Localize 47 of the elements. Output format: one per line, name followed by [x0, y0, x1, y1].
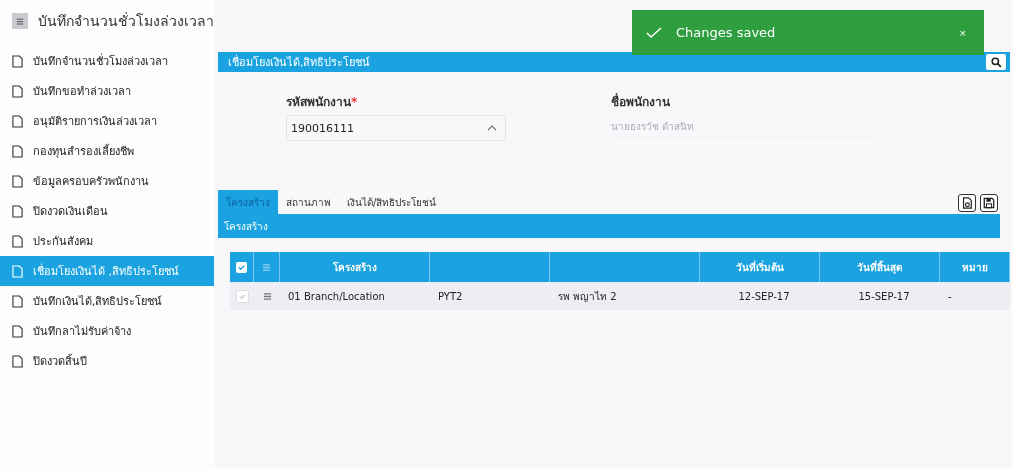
row-checkbox[interactable]: [235, 289, 249, 303]
sidebar-item[interactable]: ปิดงวดเงินเดือน: [0, 196, 214, 226]
sidebar-item[interactable]: บันทึกลาไม่รับค่าจ้าง: [0, 316, 214, 346]
grid-icon: [262, 291, 272, 301]
document-icon: [12, 84, 23, 98]
section-title: โครงสร้าง: [224, 219, 268, 234]
document-icon: [12, 144, 23, 158]
table-cell-text: 15-SEP-17: [857, 289, 911, 304]
employee-id-combobox[interactable]: 190016111: [286, 115, 506, 141]
select-all-checkbox[interactable]: [236, 261, 247, 273]
sidebar-item[interactable]: อนุมัติรายการเงินล่วงเวลา: [0, 106, 214, 136]
table-cell-text: 01 Branch/Location: [287, 289, 386, 304]
sidebar-item[interactable]: บันทึกเงินได้,สิทธิประโยชน์: [0, 286, 214, 316]
check-icon: [237, 291, 247, 301]
table-cell-text: รพ พญาไท 2: [557, 289, 618, 304]
document-icon: [12, 204, 23, 218]
grid-icon: [262, 262, 271, 272]
sidebar-item[interactable]: กองทุนสำรองเลี้ยงชีพ: [0, 136, 214, 166]
table-cell-text: -: [947, 289, 953, 304]
field-label: ชื่อพนักงาน: [611, 92, 671, 111]
document-icon: [12, 324, 23, 338]
sidebar-item[interactable]: ข้อมูลครอบครัวพนักงาน: [0, 166, 214, 196]
document-icon: [12, 174, 23, 188]
sidebar-item[interactable]: บันทึกจำนวนชั่วโมงล่วงเวลา: [0, 46, 214, 76]
menu-icon[interactable]: [12, 12, 28, 30]
page-title: บันทึกจำนวนชั่วโมงล่วงเวลา: [38, 11, 214, 31]
table-cell-text: 12-SEP-17: [737, 289, 791, 304]
tab[interactable]: เงินได้/สิทธิประโยชน์: [339, 190, 445, 214]
toast-message: Changes saved: [676, 25, 776, 40]
table-cell-text: PYT2: [437, 289, 464, 304]
document-icon: [12, 294, 23, 308]
panel-title: เชื่อมโยงเงินได้,สิทธิประโยชน์: [228, 53, 371, 71]
search-button[interactable]: [986, 54, 1006, 70]
document-icon: [12, 54, 23, 68]
refresh-button[interactable]: [958, 194, 976, 212]
sidebar-item[interactable]: ประกันสังคม: [0, 226, 214, 256]
document-icon: [12, 234, 23, 248]
sidebar-item[interactable]: บันทึกขอทำล่วงเวลา: [0, 76, 214, 106]
field-label: รหัสพนักงาน*: [286, 94, 359, 111]
document-icon: [12, 264, 23, 278]
save-button[interactable]: [980, 194, 998, 212]
caret-icon[interactable]: [487, 125, 497, 131]
document-icon: [12, 354, 23, 368]
document-icon: [12, 114, 23, 128]
check-icon: [646, 26, 662, 39]
sidebar-item[interactable]: ปิดงวดสิ้นปี: [0, 346, 214, 376]
tab[interactable]: สถานภาพ: [278, 190, 339, 214]
